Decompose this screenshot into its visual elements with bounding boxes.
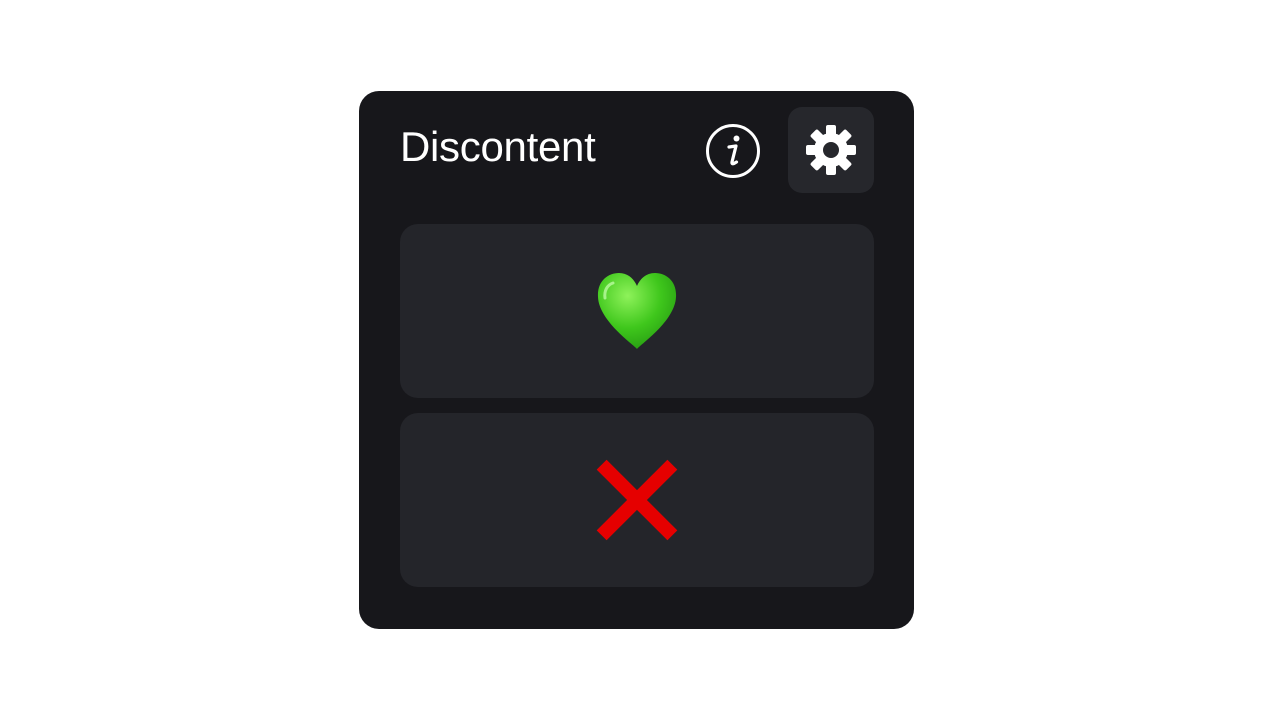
info-icon (705, 123, 761, 179)
red-cross-icon (595, 458, 679, 542)
green-heart-icon (595, 271, 679, 351)
gear-icon (803, 122, 859, 178)
settings-button[interactable] (788, 107, 874, 193)
dislike-button[interactable] (400, 413, 874, 587)
app-title: Discontent (400, 123, 596, 170)
like-button[interactable] (400, 224, 874, 398)
discontent-panel: Discontent (359, 91, 914, 629)
info-button[interactable] (705, 123, 761, 179)
